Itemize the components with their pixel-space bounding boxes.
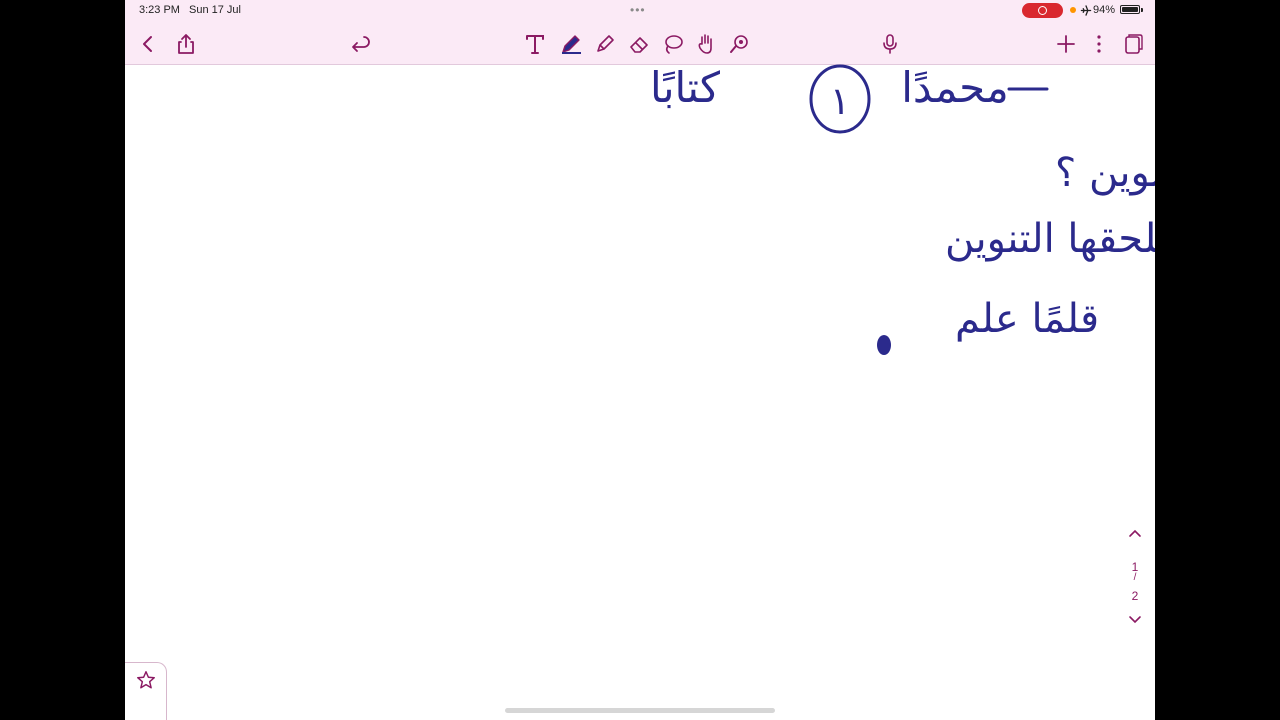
text-tool-icon xyxy=(526,35,544,54)
note-line-1-word-a: محمدًا xyxy=(901,64,1009,112)
note-line-3: تكتب في جميع الأحوال التي يلحقها التنوين xyxy=(945,213,1155,262)
home-indicator[interactable] xyxy=(505,708,775,713)
airplane-icon xyxy=(1080,5,1092,16)
microphone-button[interactable] xyxy=(877,31,903,57)
share-icon xyxy=(178,34,194,54)
privacy-indicator-icon xyxy=(1070,7,1076,13)
handwritten-blot xyxy=(877,335,891,355)
microphone-icon xyxy=(883,34,897,54)
eraser-tool-button[interactable] xyxy=(626,31,652,57)
chevron-down-icon xyxy=(1129,616,1141,624)
hand-tool-icon xyxy=(698,34,712,54)
back-icon xyxy=(143,36,152,52)
star-icon xyxy=(136,671,155,689)
pages-button[interactable] xyxy=(1119,31,1145,57)
note-line-1-number: ١ xyxy=(830,79,850,123)
battery-icon xyxy=(1120,5,1140,14)
hand-tool-button[interactable] xyxy=(693,31,719,57)
status-time: 3:23 PM xyxy=(139,4,180,16)
multitasking-dots-icon[interactable]: ••• xyxy=(630,3,646,17)
highlighter-tool-button[interactable] xyxy=(592,31,618,57)
pen-tool-icon xyxy=(562,35,581,54)
share-button[interactable] xyxy=(173,31,199,57)
laser-pointer-icon xyxy=(730,35,748,53)
note-line-2: * متى تكتب ألف التنوين ؟ xyxy=(1055,146,1155,196)
note-line-4: قلمًا علم xyxy=(955,296,1099,342)
previous-page-button[interactable] xyxy=(1120,527,1150,547)
pages-icon xyxy=(1125,34,1143,54)
screen-recording-icon[interactable] xyxy=(1022,3,1063,18)
more-icon xyxy=(1097,35,1101,53)
page-separator: / xyxy=(1133,572,1137,583)
eraser-tool-icon xyxy=(630,37,648,53)
app-toolbar: 3:23 PM Sun 17 Jul ••• 94% xyxy=(125,0,1155,65)
battery-percentage: 94% xyxy=(1093,4,1116,16)
notes-app-screen: 3:23 PM Sun 17 Jul ••• 94% محمدًا ١ كتاب… xyxy=(125,0,1155,720)
handwriting-canvas[interactable]: محمدًا ١ كتابًا * متى تكتب ألف التنوين ؟… xyxy=(125,64,1155,664)
add-page-button[interactable] xyxy=(1053,31,1079,57)
favorites-button[interactable] xyxy=(125,662,167,720)
highlighter-tool-icon xyxy=(597,35,614,52)
lasso-tool-icon xyxy=(665,35,683,54)
add-icon xyxy=(1057,35,1075,53)
note-line-1-word-b: كتابًا xyxy=(650,64,720,112)
back-button[interactable] xyxy=(135,31,161,57)
chevron-up-icon xyxy=(1129,529,1141,537)
laser-pointer-button[interactable] xyxy=(727,31,753,57)
more-button[interactable] xyxy=(1086,31,1112,57)
lasso-tool-button[interactable] xyxy=(660,31,686,57)
text-tool-button[interactable] xyxy=(522,31,548,57)
next-page-button[interactable] xyxy=(1120,614,1150,634)
total-pages: 2 xyxy=(1131,589,1139,603)
undo-icon xyxy=(352,36,370,52)
status-date: Sun 17 Jul xyxy=(189,4,241,16)
pen-tool-button[interactable] xyxy=(558,31,584,57)
undo-button[interactable] xyxy=(348,31,374,57)
